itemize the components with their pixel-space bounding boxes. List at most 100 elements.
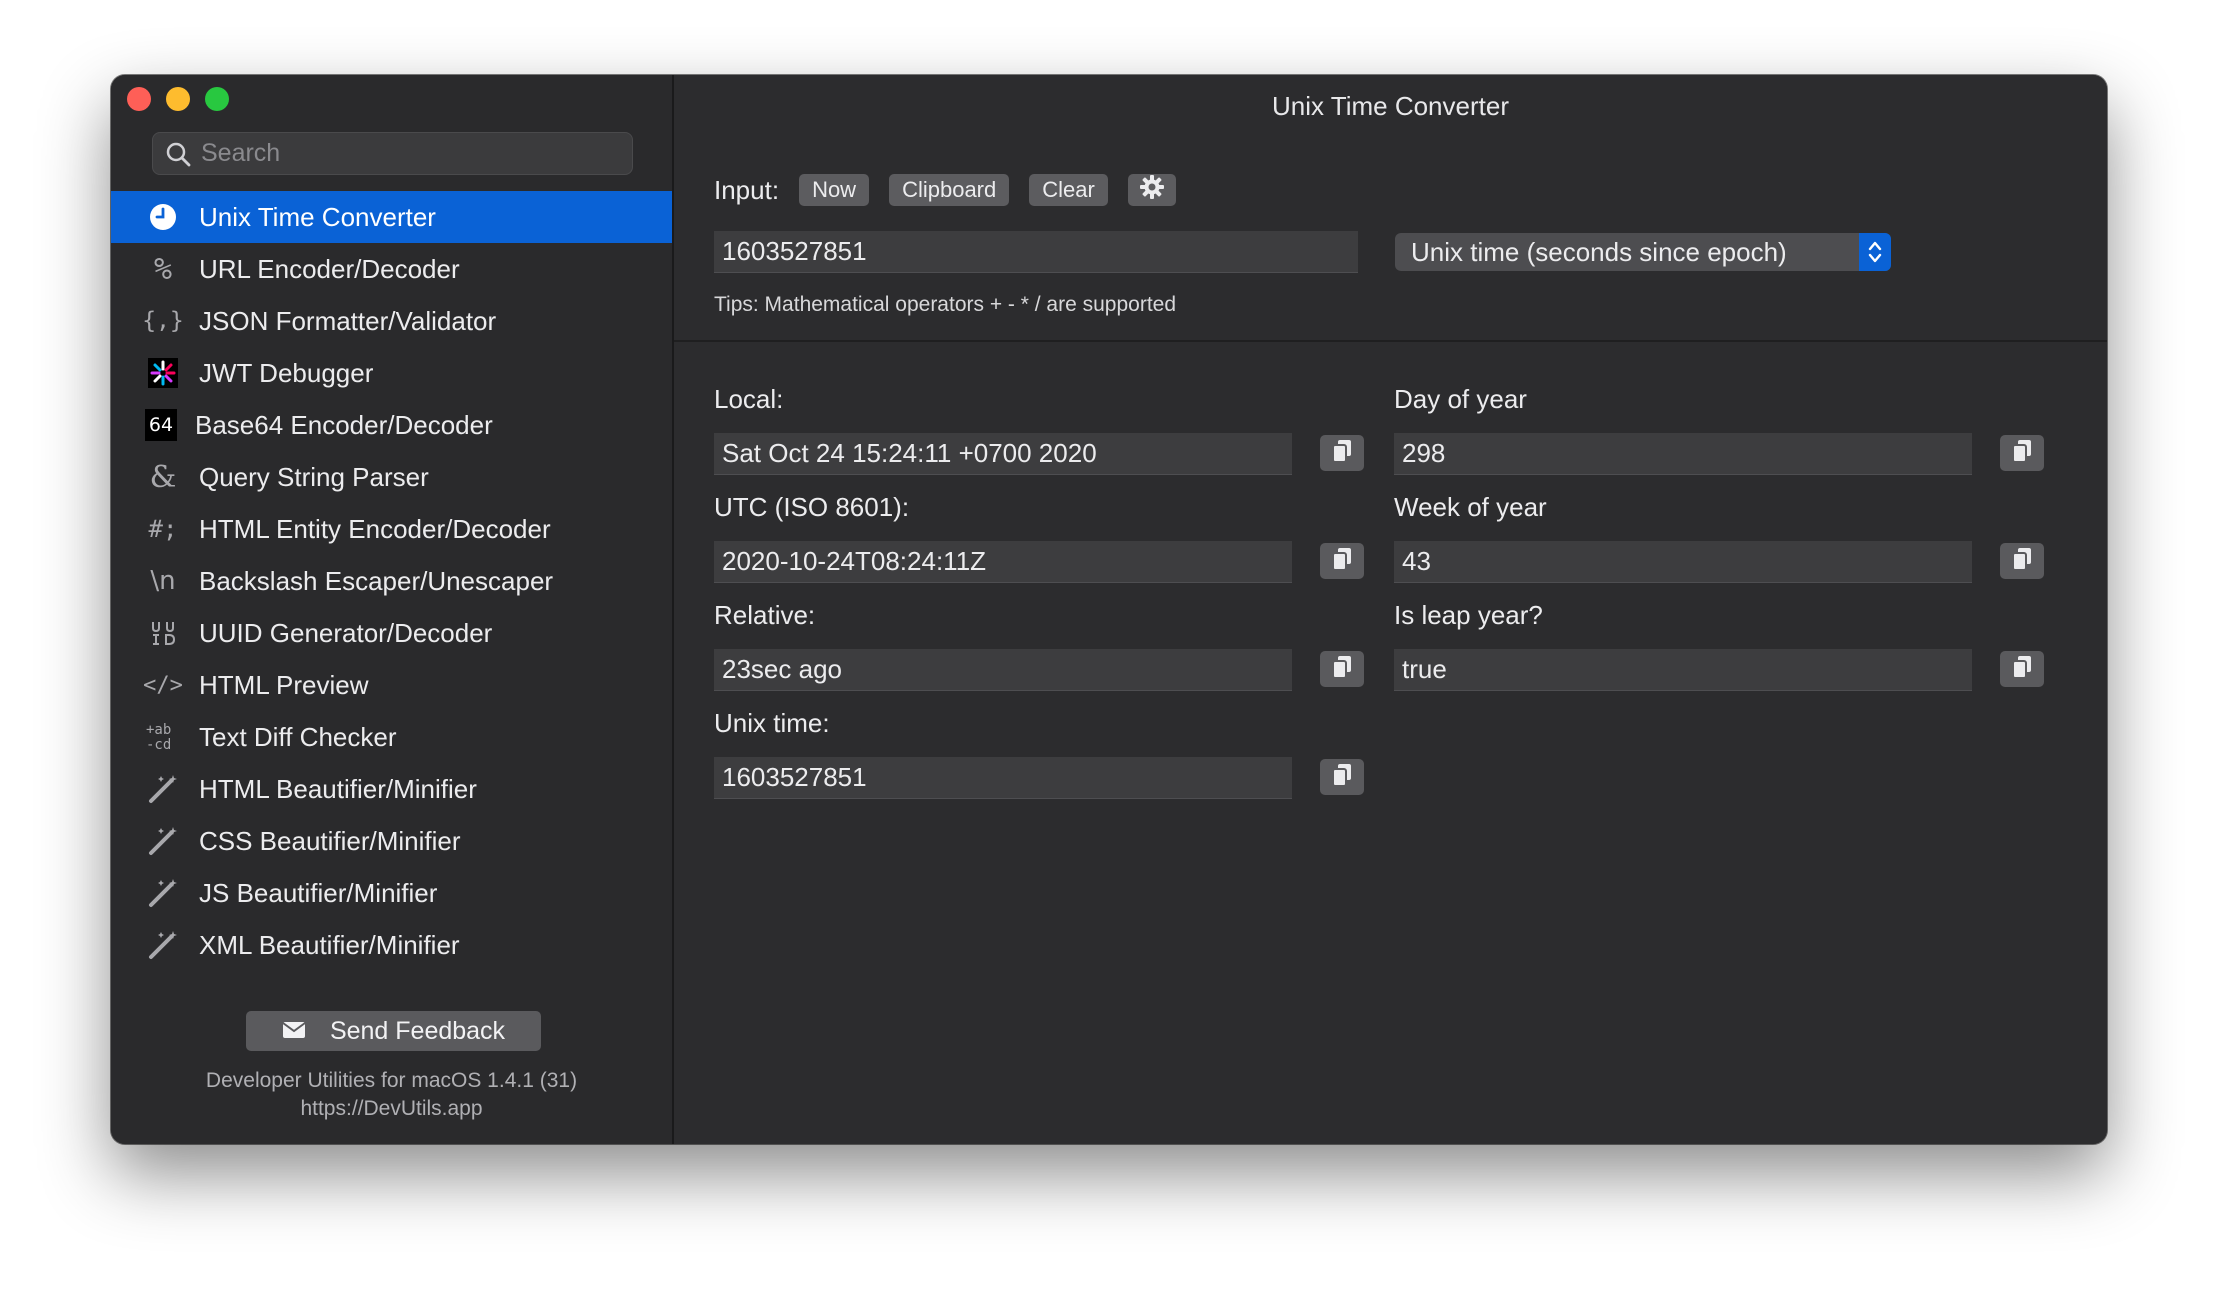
chevron-up-down-icon — [1859, 233, 1891, 271]
send-feedback-label: Send Feedback — [329, 1016, 506, 1045]
copy-leap-year-button[interactable] — [2000, 651, 2044, 687]
unix-time-field[interactable]: 1603527851 — [714, 757, 1292, 799]
tips-text: Tips: Mathematical operators + - * / are… — [714, 293, 1177, 316]
week-of-year-field[interactable]: 43 — [1394, 541, 1972, 583]
sidebar-item-label: Unix Time Converter — [199, 201, 436, 232]
settings-button[interactable] — [1127, 174, 1176, 206]
magic-wand-icon — [145, 927, 181, 963]
input-label: Input: — [714, 174, 780, 205]
clear-button[interactable]: Clear — [1029, 174, 1108, 206]
sidebar-item-label: JS Beautifier/Minifier — [199, 877, 438, 908]
sidebar-item-label: URL Encoder/Decoder — [199, 253, 460, 284]
website-link[interactable]: https://DevUtils.app — [111, 1095, 672, 1123]
copy-week-of-year-button[interactable] — [2000, 543, 2044, 579]
magic-wand-icon — [145, 875, 181, 911]
code-icon: </> — [143, 672, 183, 698]
sidebar-item-backslash[interactable]: \n Backslash Escaper/Unescaper — [111, 555, 672, 607]
day-of-year-label: Day of year — [1394, 384, 1527, 414]
copy-day-of-year-button[interactable] — [2000, 435, 2044, 471]
sidebar-item-json-formatter[interactable]: {,} JSON Formatter/Validator — [111, 295, 672, 347]
day-of-year-field[interactable]: 298 — [1394, 433, 1972, 475]
sidebar-item-html-preview[interactable]: </> HTML Preview — [111, 659, 672, 711]
sidebar-item-label: HTML Beautifier/Minifier — [199, 773, 477, 804]
uuid-icon — [145, 615, 181, 651]
copy-local-button[interactable] — [1320, 435, 1364, 471]
copy-icon — [2012, 547, 2032, 576]
sidebar-item-text-diff[interactable]: +ab -cd Text Diff Checker — [111, 711, 672, 763]
base64-icon: 64 — [145, 409, 177, 441]
input-format-value: Unix time (seconds since epoch) — [1411, 236, 1787, 267]
version-info: Developer Utilities for macOS 1.4.1 (31)… — [111, 1067, 672, 1123]
hash-icon: #; — [148, 515, 178, 543]
close-window-button[interactable] — [127, 87, 151, 111]
sidebar-item-html-entity[interactable]: #; HTML Entity Encoder/Decoder — [111, 503, 672, 555]
sidebar-item-url-encoder[interactable]: % URL Encoder/Decoder — [111, 243, 672, 295]
divider — [674, 340, 2107, 342]
sidebar-item-label: Text Diff Checker — [199, 721, 397, 752]
sidebar-item-label: UUID Generator/Decoder — [199, 617, 493, 648]
relative-field[interactable]: 23sec ago — [714, 649, 1292, 691]
sidebar-item-label: Query String Parser — [199, 461, 429, 492]
clipboard-button[interactable]: Clipboard — [889, 174, 1010, 206]
diff-icon: +ab -cd — [145, 719, 181, 755]
window-controls — [127, 87, 229, 111]
search-icon — [163, 139, 193, 169]
magic-wand-icon — [145, 823, 181, 859]
copy-unix-time-button[interactable] — [1320, 759, 1364, 795]
gear-icon — [1139, 174, 1165, 206]
zoom-window-button[interactable] — [205, 87, 229, 111]
utc-label: UTC (ISO 8601): — [714, 492, 910, 522]
svg-text:+ab: +ab — [146, 722, 171, 738]
sidebar-item-base64[interactable]: 64 Base64 Encoder/Decoder — [111, 399, 672, 451]
relative-label: Relative: — [714, 600, 816, 630]
clock-icon — [145, 199, 181, 235]
sidebar-item-xml-beautifier[interactable]: XML Beautifier/Minifier — [111, 919, 672, 971]
sidebar-item-js-beautifier[interactable]: JS Beautifier/Minifier — [111, 867, 672, 919]
sidebar-item-html-beautifier[interactable]: HTML Beautifier/Minifier — [111, 763, 672, 815]
unix-time-label: Unix time: — [714, 708, 830, 738]
sidebar-item-label: HTML Preview — [199, 669, 369, 700]
sidebar-item-label: CSS Beautifier/Minifier — [199, 825, 461, 856]
input-toolbar: Input: Now Clipboard Clear — [714, 174, 1196, 206]
backslash-n-icon: \n — [150, 566, 176, 596]
input-format-select[interactable]: Unix time (seconds since epoch) — [1395, 233, 1891, 271]
minimize-window-button[interactable] — [166, 87, 190, 111]
sidebar-item-label: HTML Entity Encoder/Decoder — [199, 513, 551, 544]
copy-icon — [1332, 763, 1352, 792]
sidebar-item-label: XML Beautifier/Minifier — [199, 929, 460, 960]
unix-input-field[interactable]: 1603527851 — [714, 231, 1358, 273]
copy-icon — [1332, 655, 1352, 684]
jwt-icon — [145, 355, 181, 391]
ampersand-icon: & — [149, 459, 177, 495]
sidebar-item-css-beautifier[interactable]: CSS Beautifier/Minifier — [111, 815, 672, 867]
app-window: Unix Time Converter % URL Encoder/Decode… — [111, 75, 2107, 1144]
version-text: Developer Utilities for macOS 1.4.1 (31) — [205, 1069, 578, 1092]
sidebar-item-unix-time-converter[interactable]: Unix Time Converter — [111, 191, 672, 243]
now-button[interactable]: Now — [799, 174, 870, 206]
sidebar-item-query-string[interactable]: & Query String Parser — [111, 451, 672, 503]
sidebar-item-uuid[interactable]: UUID Generator/Decoder — [111, 607, 672, 659]
search-field[interactable] — [152, 132, 633, 175]
copy-icon — [2012, 439, 2032, 468]
sidebar-item-label: JSON Formatter/Validator — [199, 305, 497, 336]
local-field[interactable]: Sat Oct 24 15:24:11 +0700 2020 — [714, 433, 1292, 475]
sidebar: Unix Time Converter % URL Encoder/Decode… — [111, 75, 674, 1144]
copy-utc-button[interactable] — [1320, 543, 1364, 579]
leap-year-label: Is leap year? — [1394, 600, 1543, 630]
percent-icon: % — [153, 251, 173, 287]
leap-year-field[interactable]: true — [1394, 649, 1972, 691]
magic-wand-icon — [145, 771, 181, 807]
copy-relative-button[interactable] — [1320, 651, 1364, 687]
sidebar-item-jwt-debugger[interactable]: JWT Debugger — [111, 347, 672, 399]
copy-icon — [1332, 439, 1352, 468]
tool-list: Unix Time Converter % URL Encoder/Decode… — [111, 191, 672, 971]
send-feedback-button[interactable]: Send Feedback — [246, 1011, 541, 1051]
week-of-year-label: Week of year — [1394, 492, 1547, 522]
window-title: Unix Time Converter — [1272, 91, 1509, 121]
utc-field[interactable]: 2020-10-24T08:24:11Z — [714, 541, 1292, 583]
svg-text:-cd: -cd — [146, 737, 171, 753]
search-input[interactable] — [193, 139, 613, 168]
braces-icon: {,} — [142, 308, 184, 334]
envelope-icon — [282, 1017, 306, 1046]
main-panel: Unix Time Converter Input: Now Clipboard… — [674, 75, 2107, 1144]
